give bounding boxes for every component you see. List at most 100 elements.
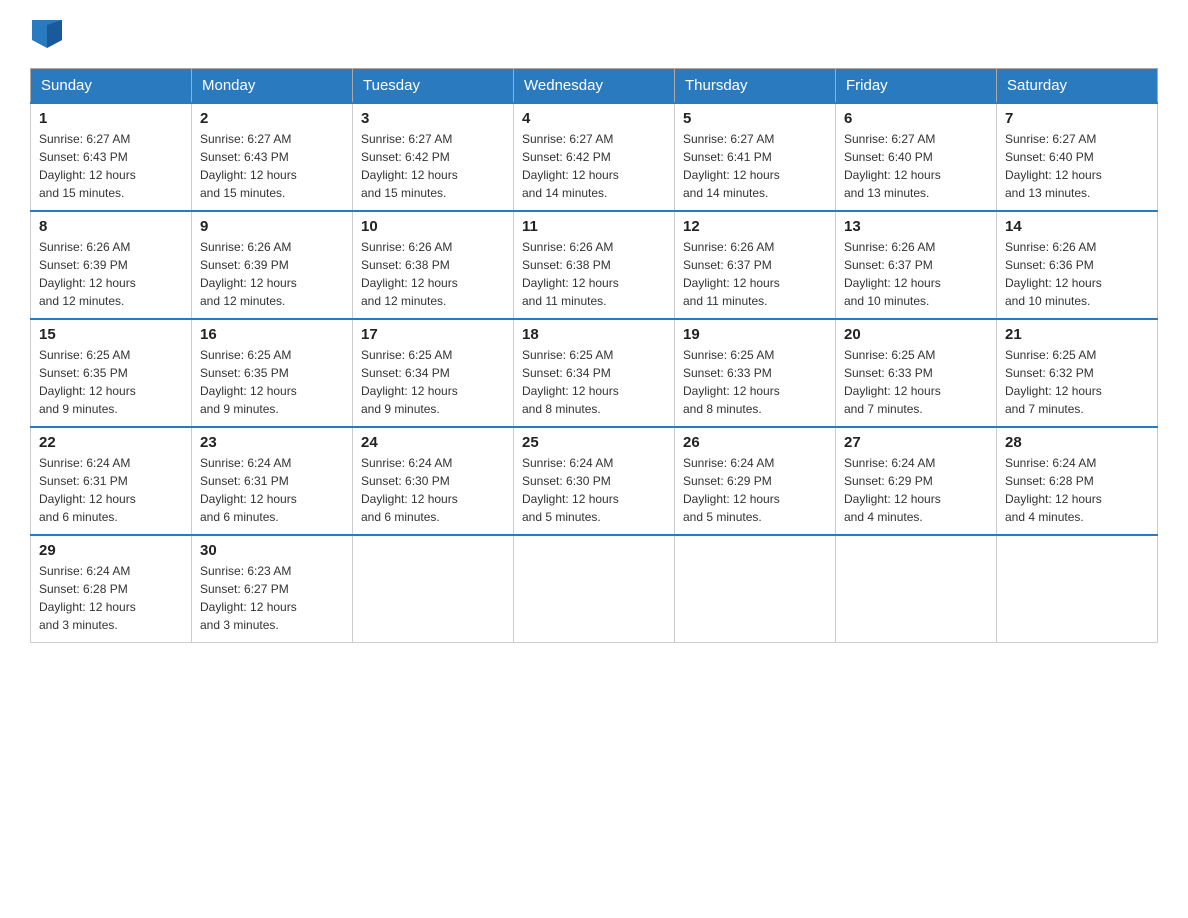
calendar-cell: 18Sunrise: 6:25 AMSunset: 6:34 PMDayligh… [514,319,675,427]
day-of-week-header: Friday [836,69,997,104]
day-number: 28 [1005,434,1149,451]
calendar-cell: 30 Sunrise: 6:23 AMSunset: 6:27 PMDayligh… [192,535,353,643]
day-number: 7 [1005,110,1149,127]
calendar-cell: 26 Sunrise: 6:24 AMSunset: 6:29 PMDayligh… [675,427,836,535]
day-number: 16 [200,326,344,343]
day-of-week-header: Sunday [31,69,192,104]
day-info: Sunrise: 6:26 AMSunset: 6:39 PMDaylight:… [39,240,136,308]
calendar-header-row: SundayMondayTuesdayWednesdayThursdayFrid… [31,69,1158,104]
day-info: Sunrise: 6:27 AMSunset: 6:43 PMDaylight:… [200,132,297,200]
day-number: 12 [683,218,827,235]
day-number: 9 [200,218,344,235]
calendar-cell: 1 Sunrise: 6:27 AMSunset: 6:43 PMDaylight… [31,103,192,211]
day-info: Sunrise: 6:27 AMSunset: 6:40 PMDaylight:… [844,132,941,200]
day-number: 23 [200,434,344,451]
day-number: 29 [39,542,183,559]
calendar-cell: 2 Sunrise: 6:27 AMSunset: 6:43 PMDaylight… [192,103,353,211]
calendar-cell: 13 Sunrise: 6:26 AMSunset: 6:37 PMDayligh… [836,211,997,319]
calendar-cell: 23 Sunrise: 6:24 AMSunset: 6:31 PMDayligh… [192,427,353,535]
day-number: 5 [683,110,827,127]
calendar-cell: 11 Sunrise: 6:26 AMSunset: 6:38 PMDayligh… [514,211,675,319]
day-info: Sunrise: 6:26 AMSunset: 6:38 PMDaylight:… [361,240,458,308]
calendar-week-row: 1 Sunrise: 6:27 AMSunset: 6:43 PMDaylight… [31,103,1158,211]
calendar-cell: 10 Sunrise: 6:26 AMSunset: 6:38 PMDayligh… [353,211,514,319]
calendar-week-row: 22 Sunrise: 6:24 AMSunset: 6:31 PMDayligh… [31,427,1158,535]
calendar-cell [675,535,836,643]
day-number: 4 [522,110,666,127]
day-number: 14 [1005,218,1149,235]
day-info: Sunrise: 6:26 AMSunset: 6:38 PMDaylight:… [522,240,619,308]
calendar-cell [997,535,1158,643]
day-info: Sunrise: 6:25 AMSunset: 6:34 PMDaylight:… [522,348,619,416]
calendar-cell [353,535,514,643]
day-info: Sunrise: 6:24 AMSunset: 6:30 PMDaylight:… [522,456,619,524]
calendar-cell: 7 Sunrise: 6:27 AMSunset: 6:40 PMDaylight… [997,103,1158,211]
day-number: 24 [361,434,505,451]
day-number: 10 [361,218,505,235]
calendar-cell: 6Sunrise: 6:27 AMSunset: 6:40 PMDaylight… [836,103,997,211]
day-info: Sunrise: 6:24 AMSunset: 6:31 PMDaylight:… [39,456,136,524]
day-number: 1 [39,110,183,127]
day-info: Sunrise: 6:24 AMSunset: 6:29 PMDaylight:… [683,456,780,524]
day-info: Sunrise: 6:27 AMSunset: 6:42 PMDaylight:… [361,132,458,200]
calendar-cell: 19 Sunrise: 6:25 AMSunset: 6:33 PMDayligh… [675,319,836,427]
calendar-week-row: 29 Sunrise: 6:24 AMSunset: 6:28 PMDayligh… [31,535,1158,643]
day-of-week-header: Saturday [997,69,1158,104]
calendar-cell: 21Sunrise: 6:25 AMSunset: 6:32 PMDayligh… [997,319,1158,427]
calendar-cell: 28 Sunrise: 6:24 AMSunset: 6:28 PMDayligh… [997,427,1158,535]
day-of-week-header: Thursday [675,69,836,104]
day-info: Sunrise: 6:26 AMSunset: 6:39 PMDaylight:… [200,240,297,308]
day-number: 15 [39,326,183,343]
day-info: Sunrise: 6:24 AMSunset: 6:29 PMDaylight:… [844,456,941,524]
calendar-cell: 29 Sunrise: 6:24 AMSunset: 6:28 PMDayligh… [31,535,192,643]
calendar-cell [514,535,675,643]
calendar-cell: 9 Sunrise: 6:26 AMSunset: 6:39 PMDaylight… [192,211,353,319]
day-number: 26 [683,434,827,451]
day-number: 3 [361,110,505,127]
calendar-cell: 4 Sunrise: 6:27 AMSunset: 6:42 PMDaylight… [514,103,675,211]
day-number: 2 [200,110,344,127]
day-number: 30 [200,542,344,559]
day-info: Sunrise: 6:23 AMSunset: 6:27 PMDaylight:… [200,564,297,632]
day-info: Sunrise: 6:27 AMSunset: 6:43 PMDaylight:… [39,132,136,200]
day-number: 13 [844,218,988,235]
page-header [30,20,1158,48]
calendar-cell: 3 Sunrise: 6:27 AMSunset: 6:42 PMDaylight… [353,103,514,211]
calendar-week-row: 8 Sunrise: 6:26 AMSunset: 6:39 PMDaylight… [31,211,1158,319]
day-info: Sunrise: 6:24 AMSunset: 6:30 PMDaylight:… [361,456,458,524]
day-number: 8 [39,218,183,235]
day-info: Sunrise: 6:25 AMSunset: 6:35 PMDaylight:… [200,348,297,416]
calendar-cell: 25 Sunrise: 6:24 AMSunset: 6:30 PMDayligh… [514,427,675,535]
day-of-week-header: Monday [192,69,353,104]
calendar-cell: 27Sunrise: 6:24 AMSunset: 6:29 PMDayligh… [836,427,997,535]
calendar-cell: 8 Sunrise: 6:26 AMSunset: 6:39 PMDaylight… [31,211,192,319]
day-info: Sunrise: 6:26 AMSunset: 6:37 PMDaylight:… [844,240,941,308]
calendar-cell: 16 Sunrise: 6:25 AMSunset: 6:35 PMDayligh… [192,319,353,427]
day-info: Sunrise: 6:27 AMSunset: 6:40 PMDaylight:… [1005,132,1102,200]
day-info: Sunrise: 6:25 AMSunset: 6:35 PMDaylight:… [39,348,136,416]
day-number: 17 [361,326,505,343]
calendar-cell: 22 Sunrise: 6:24 AMSunset: 6:31 PMDayligh… [31,427,192,535]
day-of-week-header: Wednesday [514,69,675,104]
day-number: 11 [522,218,666,235]
day-info: Sunrise: 6:26 AMSunset: 6:36 PMDaylight:… [1005,240,1102,308]
day-of-week-header: Tuesday [353,69,514,104]
day-number: 19 [683,326,827,343]
day-info: Sunrise: 6:24 AMSunset: 6:28 PMDaylight:… [1005,456,1102,524]
calendar-cell: 14 Sunrise: 6:26 AMSunset: 6:36 PMDayligh… [997,211,1158,319]
calendar-cell: 12 Sunrise: 6:26 AMSunset: 6:37 PMDayligh… [675,211,836,319]
calendar-table: SundayMondayTuesdayWednesdayThursdayFrid… [30,68,1158,643]
day-info: Sunrise: 6:24 AMSunset: 6:28 PMDaylight:… [39,564,136,632]
calendar-cell: 15 Sunrise: 6:25 AMSunset: 6:35 PMDayligh… [31,319,192,427]
day-number: 25 [522,434,666,451]
calendar-week-row: 15 Sunrise: 6:25 AMSunset: 6:35 PMDayligh… [31,319,1158,427]
calendar-cell: 24 Sunrise: 6:24 AMSunset: 6:30 PMDayligh… [353,427,514,535]
day-number: 22 [39,434,183,451]
day-info: Sunrise: 6:25 AMSunset: 6:32 PMDaylight:… [1005,348,1102,416]
calendar-cell: 17Sunrise: 6:25 AMSunset: 6:34 PMDayligh… [353,319,514,427]
day-info: Sunrise: 6:25 AMSunset: 6:33 PMDaylight:… [683,348,780,416]
day-info: Sunrise: 6:24 AMSunset: 6:31 PMDaylight:… [200,456,297,524]
day-info: Sunrise: 6:26 AMSunset: 6:37 PMDaylight:… [683,240,780,308]
day-info: Sunrise: 6:27 AMSunset: 6:42 PMDaylight:… [522,132,619,200]
day-number: 20 [844,326,988,343]
